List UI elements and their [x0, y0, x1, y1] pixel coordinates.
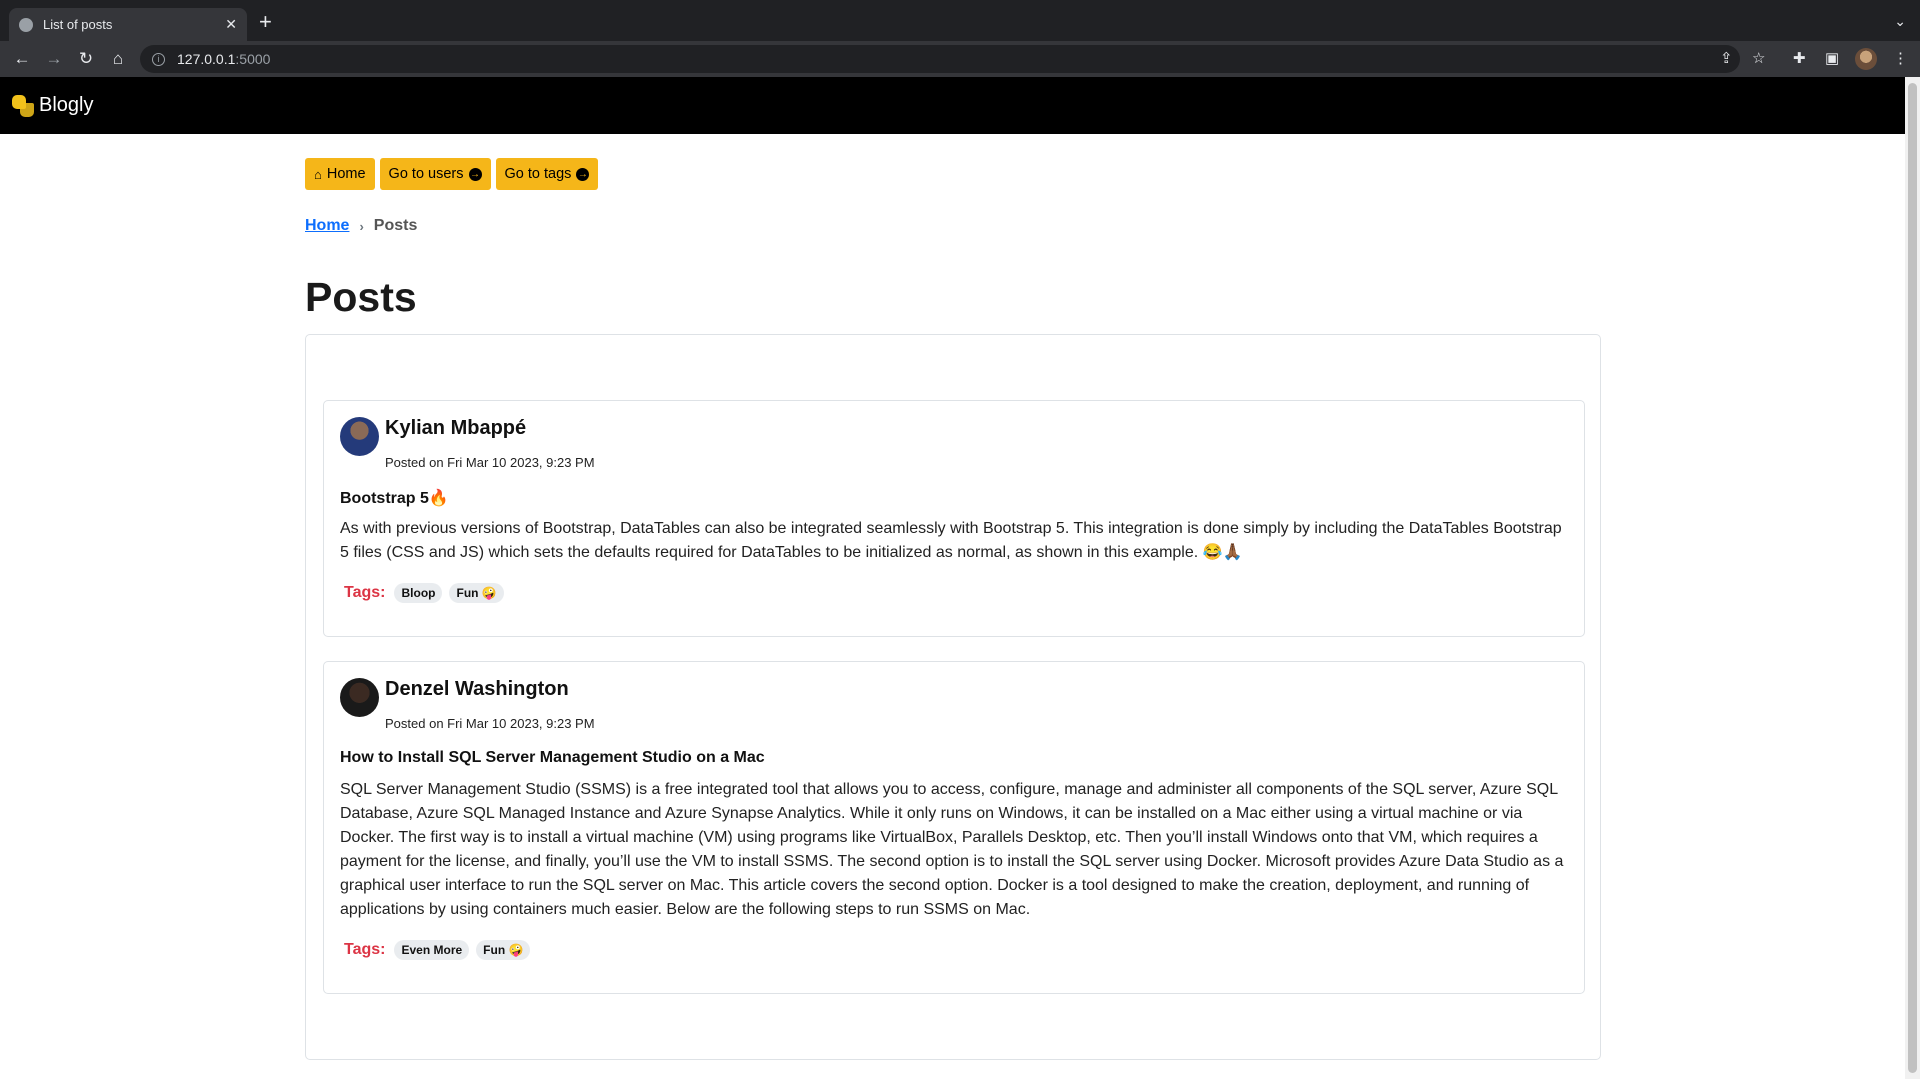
- home-icon[interactable]: ⌂: [107, 49, 129, 69]
- brand-link[interactable]: Blogly: [12, 94, 93, 117]
- go-to-users-button[interactable]: Go to users →: [379, 158, 491, 190]
- post-card: Kylian Mbappé Posted on Fri Mar 10 2023,…: [323, 400, 1585, 637]
- post-author[interactable]: Kylian Mbappé: [385, 417, 526, 440]
- profile-avatar[interactable]: [1855, 48, 1877, 70]
- browser-toolbar: ← → ↻ ⌂ i 127.0.0.1:5000 ⇪ ☆ ✚ ▣ ⋮: [0, 41, 1920, 77]
- tag-badge[interactable]: Fun 🤪: [476, 940, 531, 960]
- avatar[interactable]: [340, 678, 379, 717]
- posts-card: Kylian Mbappé Posted on Fri Mar 10 2023,…: [305, 334, 1601, 1060]
- post-card: Denzel Washington Posted on Fri Mar 10 2…: [323, 661, 1585, 994]
- sidepanel-icon[interactable]: ▣: [1825, 49, 1839, 67]
- post-tags: Tags: Even More Fun 🤪: [344, 940, 531, 960]
- home-icon: ⌂: [314, 166, 322, 182]
- share-icon[interactable]: ⇪: [1720, 49, 1733, 67]
- star-icon[interactable]: ☆: [1752, 49, 1765, 67]
- address-bar[interactable]: i 127.0.0.1:5000: [140, 45, 1740, 73]
- breadcrumb-separator: ›: [359, 218, 364, 234]
- tag-badge[interactable]: Bloop: [394, 583, 443, 603]
- breadcrumb-current: Posts: [373, 217, 418, 234]
- nav-buttons: ⌂ Home Go to users → Go to tags →: [305, 158, 599, 190]
- post-tags: Tags: Bloop Fun 🤪: [344, 583, 504, 603]
- avatar[interactable]: [340, 417, 379, 456]
- browser-tabbar: List of posts ✕ + ⌄: [0, 0, 1920, 41]
- go-to-tags-button[interactable]: Go to tags →: [495, 158, 599, 190]
- home-button[interactable]: ⌂ Home: [305, 158, 375, 190]
- page-title: Posts: [305, 274, 417, 320]
- url-port: :5000: [235, 51, 271, 67]
- go-to-tags-label: Go to tags: [504, 166, 572, 182]
- globe-icon: [19, 17, 33, 32]
- breadcrumb-home-link[interactable]: Home: [305, 217, 349, 235]
- tag-badge[interactable]: Even More: [394, 940, 470, 960]
- menu-icon[interactable]: ⋮: [1893, 49, 1908, 67]
- info-icon[interactable]: i: [152, 52, 165, 66]
- reload-icon[interactable]: ↻: [75, 49, 97, 69]
- python-logo-icon: [12, 94, 34, 117]
- tags-label: Tags:: [344, 941, 386, 958]
- tab-title: List of posts: [43, 17, 113, 32]
- go-to-users-label: Go to users: [388, 166, 464, 182]
- post-body: SQL Server Management Studio (SSMS) is a…: [340, 781, 1564, 918]
- post-body: As with previous versions of Bootstrap, …: [340, 520, 1562, 561]
- arrow-circle-right-icon: →: [576, 167, 590, 181]
- tag-badge[interactable]: Fun 🤪: [449, 583, 504, 603]
- page-scrollbar[interactable]: [1905, 77, 1920, 1079]
- close-icon[interactable]: ✕: [225, 16, 237, 33]
- chevron-down-icon[interactable]: ⌄: [1894, 13, 1906, 30]
- post-date: Posted on Fri Mar 10 2023, 9:23 PM: [385, 455, 595, 470]
- new-tab-icon[interactable]: +: [259, 11, 272, 33]
- back-icon[interactable]: ←: [11, 49, 33, 69]
- browser-tab[interactable]: List of posts ✕: [9, 8, 247, 41]
- tags-label: Tags:: [344, 584, 386, 601]
- post-title[interactable]: How to Install SQL Server Management Stu…: [340, 749, 765, 767]
- post-date: Posted on Fri Mar 10 2023, 9:23 PM: [385, 716, 595, 731]
- navbar: Blogly: [0, 77, 1905, 134]
- scrollbar-thumb[interactable]: [1908, 83, 1917, 1073]
- page: Blogly ⌂ Home Go to users → Go to tags →…: [0, 77, 1905, 1079]
- post-title[interactable]: Bootstrap 5🔥: [340, 488, 449, 508]
- arrow-circle-right-icon: →: [468, 167, 482, 181]
- post-author[interactable]: Denzel Washington: [385, 678, 569, 701]
- extensions-icon[interactable]: ✚: [1793, 49, 1806, 67]
- breadcrumb: Home › Posts: [305, 217, 417, 235]
- brand-name: Blogly: [39, 94, 94, 116]
- home-button-label: Home: [326, 166, 366, 182]
- forward-icon[interactable]: →: [43, 49, 65, 69]
- url-host: 127.0.0.1: [177, 51, 236, 67]
